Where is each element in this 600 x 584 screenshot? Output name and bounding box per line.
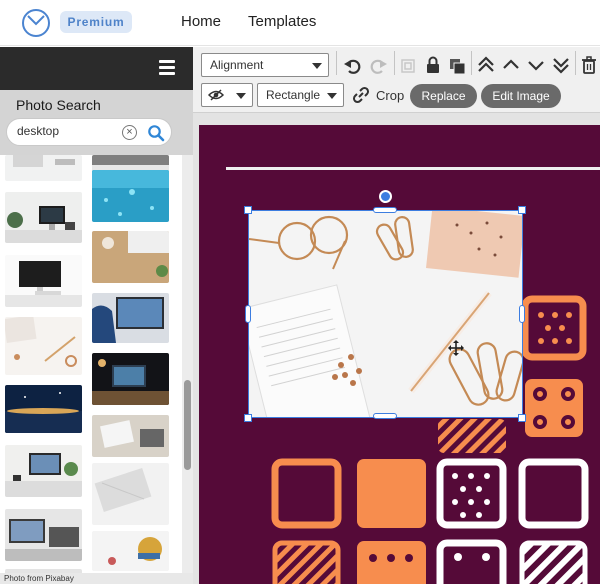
resize-handle-bottom-left[interactable] (244, 414, 252, 422)
replace-button[interactable]: Replace (410, 84, 477, 108)
photo-thumbnail[interactable] (92, 531, 169, 571)
photo-credit: Photo from Pixabay (0, 573, 193, 584)
divider (394, 51, 395, 75)
photo-thumbnail[interactable] (92, 353, 169, 405)
rotate-handle[interactable] (379, 190, 392, 203)
search-icon[interactable] (147, 124, 165, 142)
logo-icon[interactable] (21, 8, 51, 38)
resize-handle-right[interactable] (519, 305, 525, 323)
undo-icon[interactable] (343, 56, 363, 76)
photo-thumbnail[interactable] (5, 255, 82, 307)
scrollbar-thumb[interactable] (184, 380, 191, 470)
photo-thumbnail[interactable] (5, 385, 82, 433)
photo-thumbnail[interactable] (92, 293, 169, 343)
resize-handle-bottom-right[interactable] (518, 414, 526, 422)
premium-badge[interactable]: Premium (60, 11, 132, 33)
edit-image-button[interactable]: Edit Image (481, 84, 561, 108)
photo-thumbnail[interactable] (5, 445, 82, 497)
send-backward-icon[interactable] (526, 55, 546, 75)
photo-thumbnail[interactable] (92, 415, 169, 457)
trash-icon[interactable] (579, 55, 599, 75)
photo-thumbnail[interactable] (92, 463, 169, 525)
photo-thumbnail[interactable] (5, 192, 82, 243)
shape-select-label: Rectangle (266, 88, 321, 102)
editor-canvas (193, 113, 600, 584)
redo-icon[interactable] (368, 56, 388, 76)
divider (336, 51, 337, 75)
clear-search-icon[interactable]: × (122, 125, 137, 140)
selected-photo[interactable] (249, 211, 522, 417)
alignment-select-label: Alignment (210, 58, 264, 72)
menu-icon[interactable] (159, 60, 175, 75)
credit-prefix: Photo from (4, 574, 46, 583)
visibility-select[interactable] (201, 83, 253, 107)
chevron-down-icon (236, 93, 246, 99)
editor-toolbar: Alignment Rectangle Crop Replace Edit Im… (193, 47, 600, 113)
photo-results (0, 155, 182, 573)
send-to-back-icon[interactable] (551, 55, 571, 75)
divider (575, 51, 576, 75)
link-icon[interactable] (351, 85, 371, 105)
credit-source-link[interactable]: Pixabay (45, 574, 73, 583)
nav-home[interactable]: Home (181, 13, 221, 30)
nav-templates[interactable]: Templates (248, 13, 316, 30)
bring-forward-icon[interactable] (501, 55, 521, 75)
bring-to-front-icon[interactable] (476, 55, 496, 75)
resize-handle-top-left[interactable] (244, 206, 252, 214)
duplicate-icon[interactable] (447, 56, 467, 76)
resize-handle-left[interactable] (245, 305, 251, 323)
photo-panel: Photo Search × (0, 47, 193, 584)
position-icon[interactable] (398, 56, 418, 76)
lock-icon[interactable] (423, 55, 443, 75)
crop-button[interactable]: Crop (376, 88, 404, 103)
move-cursor-icon (448, 340, 464, 356)
resize-handle-top-right[interactable] (518, 206, 526, 214)
shape-select[interactable]: Rectangle (257, 83, 344, 107)
alignment-select[interactable]: Alignment (201, 53, 329, 77)
top-nav: Premium Home Templates (0, 0, 600, 46)
resize-handle-bottom[interactable] (373, 413, 397, 419)
chevron-down-icon (327, 93, 337, 99)
photo-thumbnail[interactable] (92, 170, 169, 222)
panel-title: Photo Search (16, 97, 101, 113)
divider (471, 51, 472, 75)
search-box: × (6, 118, 172, 146)
resize-handle-top[interactable] (373, 207, 397, 213)
photo-thumbnail[interactable] (5, 509, 82, 561)
photo-thumbnail[interactable] (5, 317, 82, 375)
search-input[interactable] (17, 124, 117, 138)
photo-thumbnail[interactable] (5, 155, 82, 181)
chevron-down-icon (312, 63, 322, 69)
photo-scrollbar[interactable] (182, 155, 193, 573)
photo-thumbnail[interactable] (92, 231, 169, 283)
panel-header (0, 47, 193, 90)
eye-off-icon (208, 89, 224, 101)
